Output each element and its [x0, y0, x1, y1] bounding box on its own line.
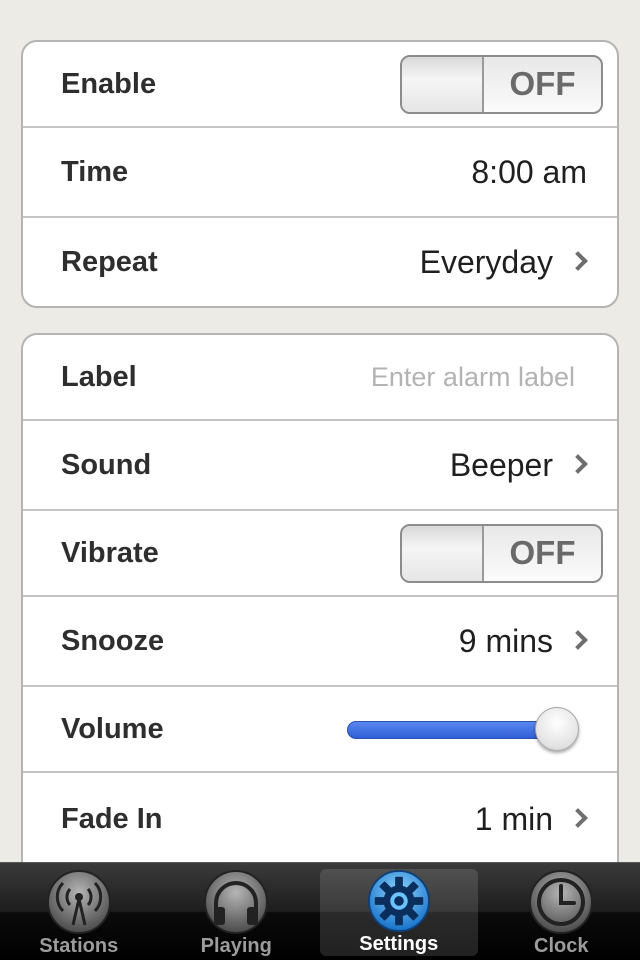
gear-icon	[367, 869, 430, 933]
clock-icon	[529, 870, 594, 934]
repeat-row[interactable]: Repeat Everyday	[23, 218, 617, 306]
vibrate-toggle-state: OFF	[509, 534, 576, 571]
repeat-value: Everyday	[419, 243, 553, 280]
vibrate-label: Vibrate	[61, 536, 159, 569]
volume-row: Volume	[23, 687, 617, 773]
time-row[interactable]: Time 8:00 am	[23, 128, 617, 218]
vibrate-toggle-knob[interactable]	[402, 525, 484, 581]
enable-label: Enable	[61, 67, 157, 100]
enable-toggle[interactable]: OFF	[400, 54, 603, 114]
chevron-right-icon	[568, 630, 588, 650]
fade-in-label: Fade In	[61, 802, 163, 835]
label-row: Label	[23, 335, 617, 421]
repeat-label: Repeat	[61, 245, 158, 278]
broadcast-icon	[46, 870, 111, 934]
volume-slider[interactable]	[347, 707, 583, 751]
time-value: 8:00 am	[471, 153, 587, 190]
enable-row: Enable OFF	[23, 42, 617, 128]
snooze-value: 9 mins	[458, 622, 553, 659]
tab-bar: Stations Playing Settings Clock	[0, 862, 640, 960]
label-label: Label	[61, 360, 137, 393]
sound-value: Beeper	[449, 446, 553, 483]
tab-settings[interactable]: Settings	[320, 869, 478, 956]
tab-playing[interactable]: Playing	[158, 863, 316, 960]
tab-label: Clock	[534, 935, 589, 957]
volume-label: Volume	[61, 712, 164, 745]
chevron-right-icon	[568, 454, 588, 474]
sound-row[interactable]: Sound Beeper	[23, 421, 617, 511]
headphones-icon	[204, 870, 269, 934]
chevron-right-icon	[568, 808, 588, 828]
alarm-label-input[interactable]	[275, 361, 575, 393]
alarm-settings-group: Enable OFF Time 8:00 am Repeat Everyday	[21, 40, 619, 308]
alarm-details-group: Label Sound Beeper Vibrate OFF Snooze 9 …	[21, 333, 619, 863]
tab-label: Stations	[39, 935, 119, 957]
enable-toggle-knob[interactable]	[402, 56, 484, 112]
tab-label: Playing	[200, 935, 272, 957]
fade-in-row[interactable]: Fade In 1 min	[23, 773, 617, 863]
tab-label: Settings	[359, 933, 439, 955]
volume-slider-track[interactable]	[347, 721, 557, 739]
time-label: Time	[61, 155, 129, 188]
vibrate-row: Vibrate OFF	[23, 511, 617, 597]
snooze-label: Snooze	[61, 624, 165, 657]
tab-stations[interactable]: Stations	[0, 863, 158, 960]
vibrate-toggle[interactable]: OFF	[400, 523, 603, 583]
chevron-right-icon	[568, 251, 588, 271]
tab-clock[interactable]: Clock	[483, 863, 640, 960]
snooze-row[interactable]: Snooze 9 mins	[23, 597, 617, 687]
sound-label: Sound	[61, 448, 152, 481]
fade-in-value: 1 min	[474, 800, 553, 837]
enable-toggle-state: OFF	[509, 65, 576, 102]
volume-slider-thumb[interactable]	[535, 707, 579, 751]
